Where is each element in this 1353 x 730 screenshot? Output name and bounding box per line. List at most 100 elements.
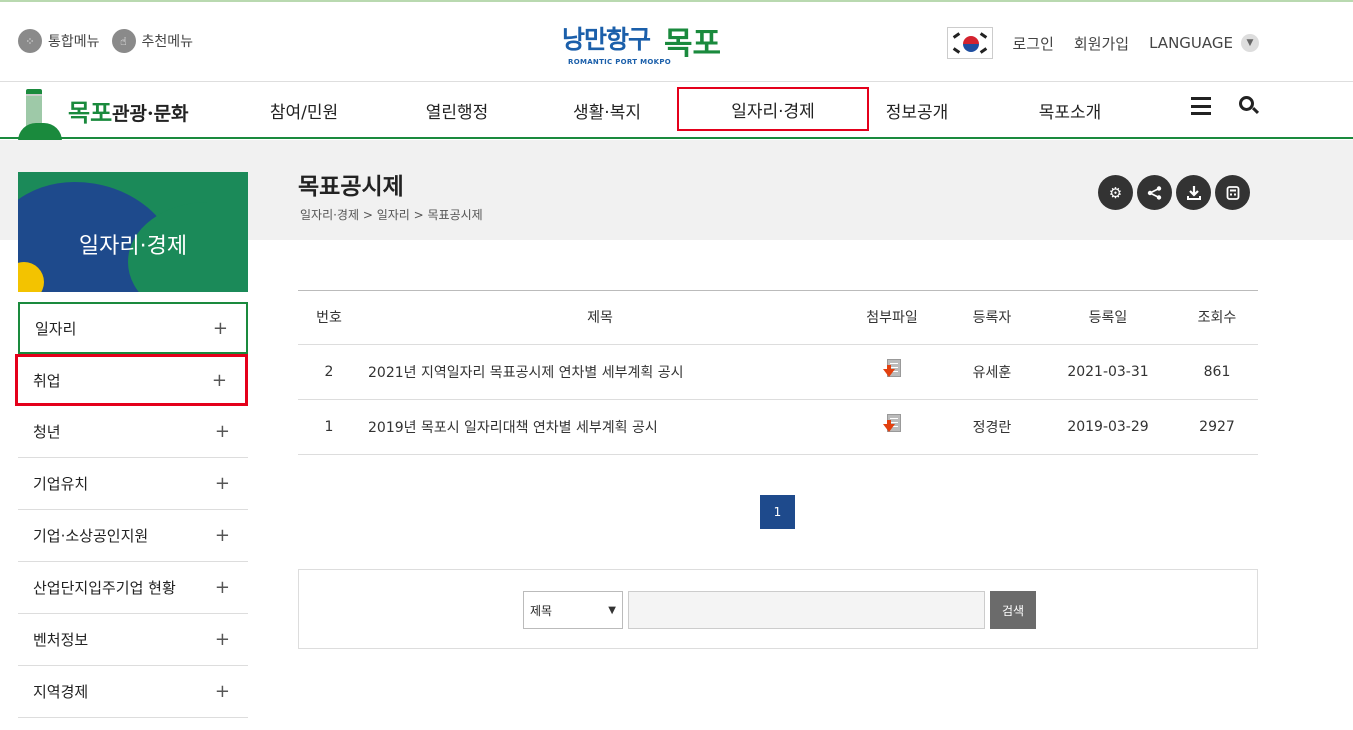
attachment-cell xyxy=(840,344,944,400)
gnb-item-jobs-economy[interactable]: 일자리·경제 xyxy=(677,87,869,131)
gnb-icons xyxy=(1191,96,1260,116)
korea-flag-icon[interactable] xyxy=(946,27,993,59)
utility-left: ⁘ 통합메뉴 ☝ 추천메뉴 xyxy=(18,29,193,53)
language-selector[interactable]: LANGUAGE ▼ xyxy=(1149,34,1259,52)
logo-name: 목포 xyxy=(664,26,722,62)
sidebar-item-employment[interactable]: 취업 + xyxy=(15,354,248,406)
trigram-icon xyxy=(979,32,987,39)
sidebar-item-label: 벤처정보 xyxy=(33,631,89,649)
col-attachment: 첨부파일 xyxy=(840,291,944,345)
sidebar-item-label: 청년 xyxy=(33,423,61,441)
print-icon[interactable] xyxy=(1215,175,1250,210)
gnb-item-info-disclosure[interactable]: 정보공개 xyxy=(869,83,965,137)
utility-right: 로그인 회원가입 LANGUAGE ▼ xyxy=(946,27,1259,59)
sidebar-item-label: 일자리 xyxy=(35,319,77,338)
login-link[interactable]: 로그인 xyxy=(1013,33,1054,54)
row-number: 2 xyxy=(298,344,360,400)
col-views: 조회수 xyxy=(1176,291,1258,345)
sidebar-item-label: 기업·소상공인지원 xyxy=(33,527,149,545)
chevron-down-icon: ▼ xyxy=(1241,34,1259,52)
table-row[interactable]: 2 2021년 지역일자리 목표공시제 연차별 세부계획 공시 유세훈 2021… xyxy=(298,344,1258,400)
gnb-item-open-admin[interactable]: 열린행정 xyxy=(382,83,532,137)
recommended-menu-button[interactable]: ☝ 추천메뉴 xyxy=(111,29,194,53)
plus-icon: + xyxy=(214,421,230,442)
plus-icon: + xyxy=(214,629,230,650)
row-author: 정경란 xyxy=(944,399,1040,455)
search-button[interactable]: 검색 xyxy=(990,591,1036,629)
tourism-culture-logo[interactable]: 목포 관광·문화 xyxy=(18,87,218,141)
breadcrumb: 일자리·경제 > 일자리 > 목표공시제 xyxy=(300,208,483,222)
sidebar-item-label: 산업단지입주기업 현황 xyxy=(33,579,176,597)
row-title-link[interactable]: 2021년 지역일자리 목표공시제 연차별 세부계획 공시 xyxy=(360,344,840,400)
search-field-select[interactable]: 제목 ▼ xyxy=(523,591,623,629)
gnb-item-welfare[interactable]: 생활·복지 xyxy=(532,83,682,137)
gnb-item-about-mokpo[interactable]: 목포소개 xyxy=(965,83,1175,137)
sidebar-item-business-attraction[interactable]: 기업유치 + xyxy=(18,458,248,510)
sidebar-item-local-economy[interactable]: 지역경제 + xyxy=(18,666,248,718)
plus-icon: + xyxy=(214,525,230,546)
trigram-icon xyxy=(952,32,960,39)
signup-link[interactable]: 회원가입 xyxy=(1074,33,1129,54)
sidebar-item-youth[interactable]: 청년 + xyxy=(18,406,248,458)
language-label: LANGUAGE xyxy=(1149,34,1233,52)
sidebar-banner-title: 일자리·경제 xyxy=(78,234,188,259)
chevron-down-icon: ▼ xyxy=(608,604,616,616)
row-views: 2927 xyxy=(1176,399,1258,455)
board-table: 번호 제목 첨부파일 등록자 등록일 조회수 2 2021년 지역일자리 목표공… xyxy=(298,290,1258,455)
page-tools: ⚙ xyxy=(1098,175,1250,210)
sidebar-item-jobs[interactable]: 일자리 + xyxy=(18,302,248,354)
gnb-item-participation[interactable]: 참여/민원 xyxy=(226,83,382,137)
row-number: 1 xyxy=(298,399,360,455)
taeguk-icon xyxy=(962,36,979,52)
grid-dots-icon: ⁘ xyxy=(18,29,42,53)
trigram-icon xyxy=(979,47,987,54)
table-header-row: 번호 제목 첨부파일 등록자 등록일 조회수 xyxy=(298,291,1258,345)
recommended-menu-label: 추천메뉴 xyxy=(141,34,194,50)
search-box: 제목 ▼ 검색 xyxy=(298,569,1258,649)
main-navigation: 목포 관광·문화 참여/민원 열린행정 생활·복지 일자리·경제 정보공개 목포… xyxy=(0,83,1353,141)
sidebar-item-business-support[interactable]: 기업·소상공인지원 + xyxy=(18,510,248,562)
search-input[interactable] xyxy=(628,591,985,629)
download-icon[interactable] xyxy=(1176,175,1211,210)
share-icon[interactable] xyxy=(1137,175,1172,210)
row-date: 2019-03-29 xyxy=(1040,399,1176,455)
gnb-logo-text: 관광·문화 xyxy=(112,103,189,125)
search-icon[interactable] xyxy=(1239,96,1260,116)
row-views: 861 xyxy=(1176,344,1258,400)
sidebar-nav: 일자리 + 취업 + 청년 + 기업유치 + 기업·소상공인지원 + 산업단지입… xyxy=(15,302,248,718)
plus-icon: + xyxy=(214,577,230,598)
col-date: 등록일 xyxy=(1040,291,1176,345)
integrated-menu-label: 통합메뉴 xyxy=(48,34,100,50)
gear-icon[interactable]: ⚙ xyxy=(1098,175,1133,210)
table-row[interactable]: 1 2019년 목포시 일자리대책 연차별 세부계획 공시 정경란 2019-0… xyxy=(298,399,1258,455)
logo-script: 낭만항구 xyxy=(562,25,651,54)
sidebar-item-label: 지역경제 xyxy=(33,683,89,701)
hamburger-menu-icon[interactable] xyxy=(1191,97,1211,115)
sidebar-banner: 일자리·경제 xyxy=(18,172,248,292)
plus-icon: + xyxy=(214,473,230,494)
row-author: 유세훈 xyxy=(944,344,1040,400)
col-number: 번호 xyxy=(298,291,360,345)
sidebar-item-label: 취업 xyxy=(33,371,61,390)
gnb-logo-name: 목포 xyxy=(68,99,113,127)
col-author: 등록자 xyxy=(944,291,1040,345)
sidebar-item-venture[interactable]: 벤처정보 + xyxy=(18,614,248,666)
file-download-icon[interactable] xyxy=(883,413,901,436)
plus-icon: + xyxy=(214,681,230,702)
utility-bar: ⁘ 통합메뉴 ☝ 추천메뉴 낭만항구 목포 ROMANTIC PORT MOKP… xyxy=(0,2,1353,82)
integrated-menu-button[interactable]: ⁘ 통합메뉴 xyxy=(18,29,100,53)
row-title-link[interactable]: 2019년 목포시 일자리대책 연차별 세부계획 공시 xyxy=(360,399,840,455)
hill-shape xyxy=(18,123,62,141)
col-title: 제목 xyxy=(360,291,840,345)
page-button-current[interactable]: 1 xyxy=(760,495,795,529)
plus-icon: + xyxy=(212,317,228,339)
row-date: 2021-03-31 xyxy=(1040,344,1176,400)
sidebar-item-label: 기업유치 xyxy=(33,475,89,493)
file-download-icon[interactable] xyxy=(883,358,901,381)
plus-icon: + xyxy=(211,369,227,391)
sidebar-item-industrial-complex[interactable]: 산업단지입주기업 현황 + xyxy=(18,562,248,614)
page-title: 목표공시제 xyxy=(298,174,404,200)
site-logo[interactable]: 낭만항구 목포 ROMANTIC PORT MOKPO xyxy=(562,20,722,70)
logo-subtitle: ROMANTIC PORT MOKPO xyxy=(568,58,672,66)
search-field-value: 제목 xyxy=(530,603,553,618)
